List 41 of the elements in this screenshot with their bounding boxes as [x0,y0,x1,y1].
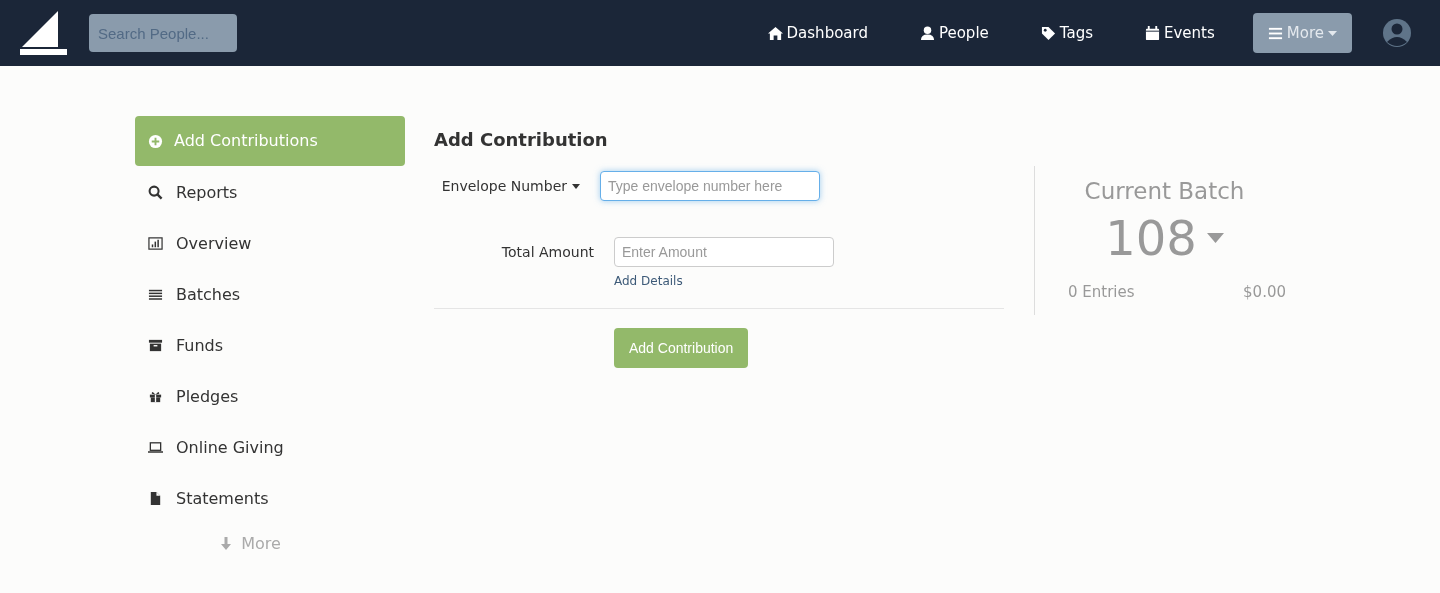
sidebar-item[interactable]: Batches [135,269,405,320]
person-icon [919,25,935,41]
input-field[interactable]: Type envelope number here [600,171,820,201]
batch-number: 108 [1105,208,1197,267]
nav-link[interactable]: People [919,21,989,45]
sidebar-item[interactable]: Overview [135,218,405,269]
avatar-icon[interactable] [1382,18,1412,48]
field-label: Total Amount [500,242,594,262]
bar-chart-icon [148,236,163,251]
calendar-icon [1145,25,1160,41]
entry-count: 0 Entries [1068,281,1135,303]
sidebar-item[interactable]: Funds [135,320,405,371]
add-details-link[interactable]: Add Details [614,272,1004,290]
batch-title: Current Batch [1084,177,1245,206]
nav-link[interactable]: Events [1145,21,1215,45]
sidebar-item[interactable]: Reports [135,167,405,218]
input-field[interactable]: Enter Amount [614,237,834,267]
menu-icon [1267,25,1283,41]
laptop-icon [148,440,163,455]
form-title: Add Contribution [434,128,609,152]
sidebar-item[interactable]: Statements [135,473,405,524]
archive-box-icon [148,338,163,353]
down-arrow-icon [219,537,234,551]
field-label: Envelope Number [434,175,580,197]
sidebar-item[interactable]: Pledges [135,371,405,422]
batch-total: $0.00 [1243,281,1286,303]
list-icon [148,287,163,302]
search-field[interactable]: Search People... [89,14,237,52]
caret-icon[interactable] [1206,232,1224,243]
sidebar-item[interactable]: Online Giving [135,422,405,473]
caret-icon [572,183,580,189]
tag-icon [1040,25,1056,41]
home-icon [767,25,783,41]
document-icon [148,491,163,506]
nav-link[interactable]: Dashboard [767,21,868,45]
plus-circle-icon [148,133,163,149]
nav-link[interactable]: Tags [1040,21,1093,45]
search-icon [148,185,163,200]
sailboat-logo[interactable] [20,11,67,55]
caret-icon [1328,30,1337,36]
gift-icon [148,389,163,404]
